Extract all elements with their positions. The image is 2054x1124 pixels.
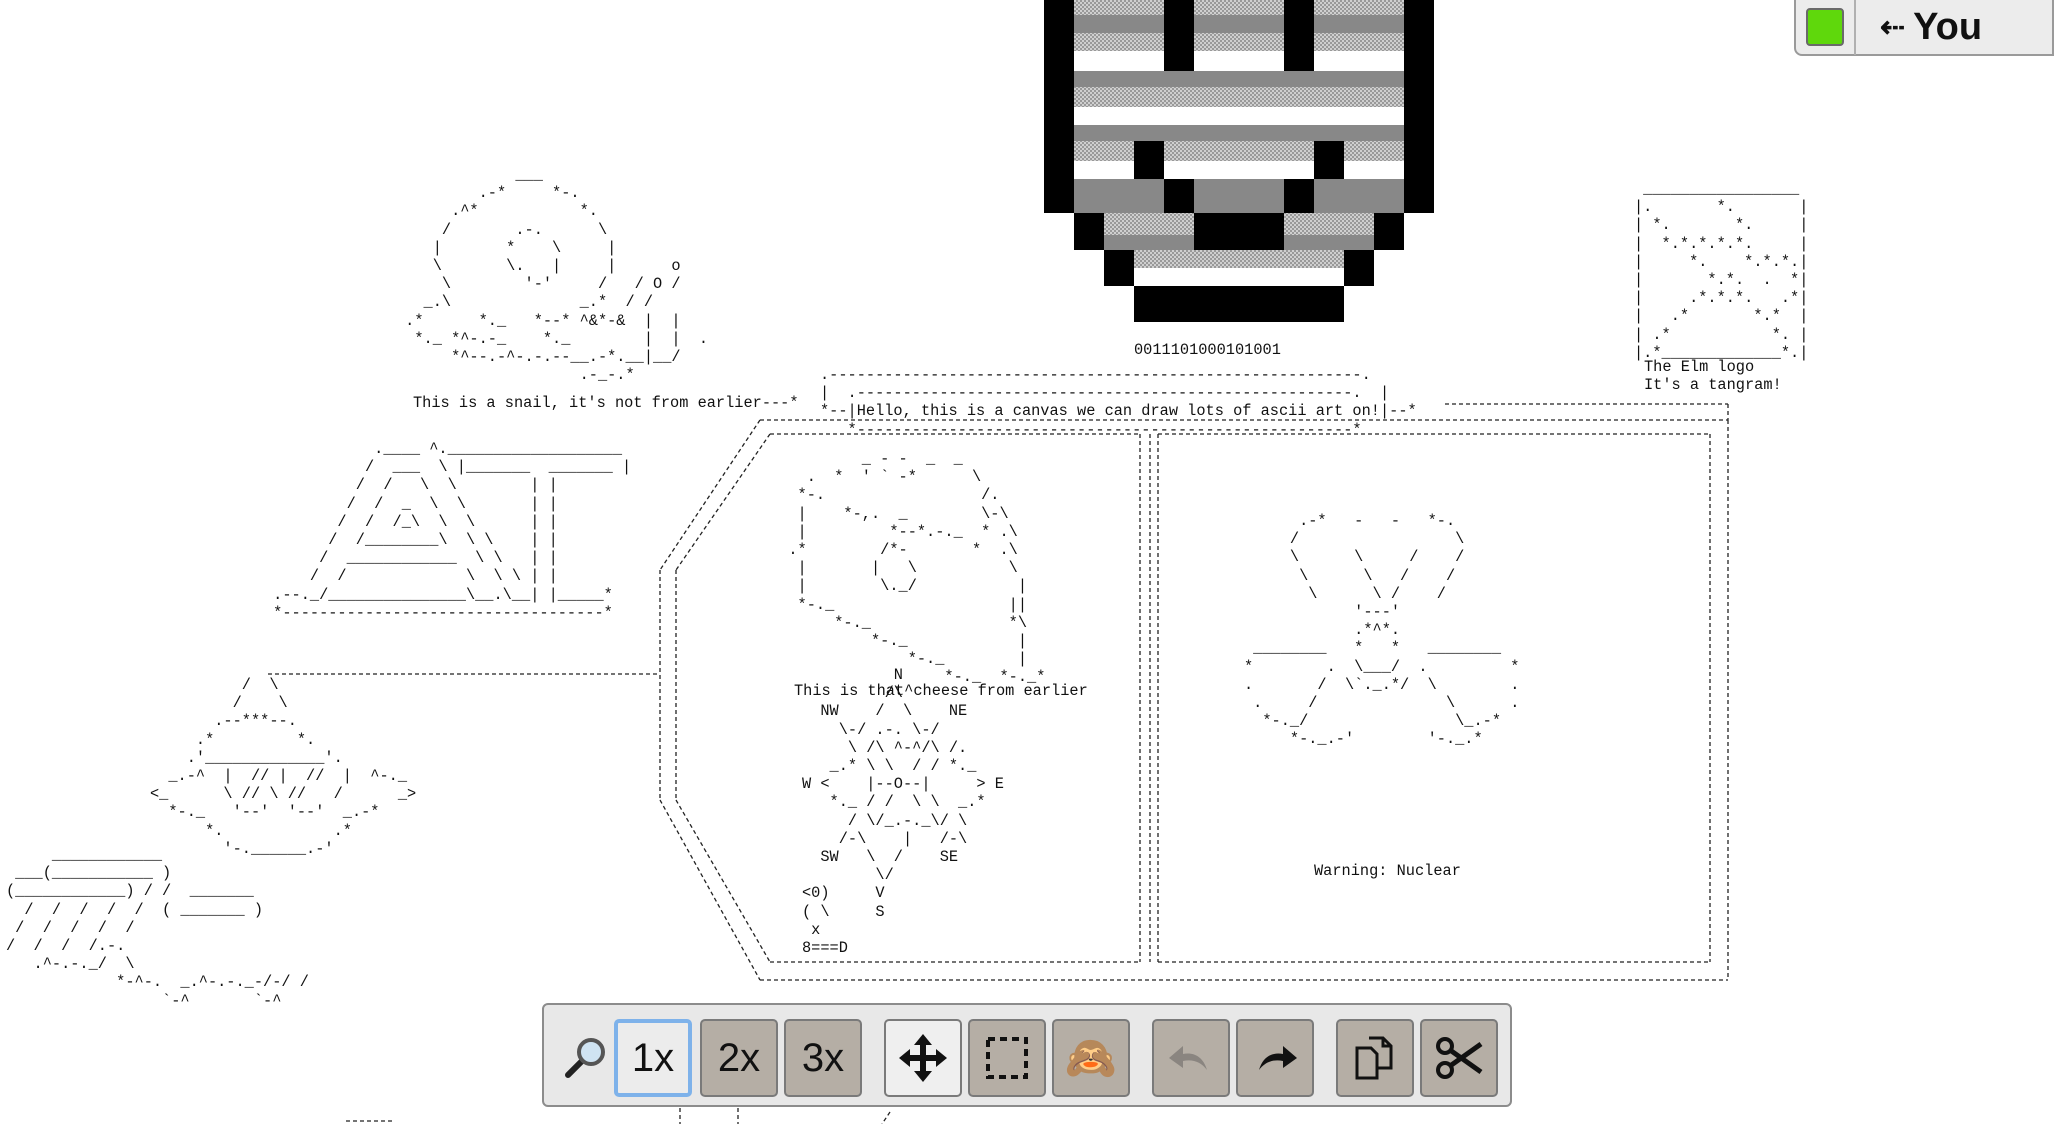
select-icon <box>986 1037 1028 1079</box>
zoom-3x-button[interactable]: 3x <box>784 1019 862 1097</box>
redo-button[interactable] <box>1236 1019 1314 1097</box>
magnifier-icon <box>565 1038 605 1078</box>
copy-button[interactable] <box>1336 1019 1414 1097</box>
badge-divider <box>1854 0 1856 55</box>
snail-caption: This is a snail, it's not from earlier--… <box>413 394 799 412</box>
copy-icon <box>1355 1036 1393 1080</box>
radiation-symbol-art: .-* - - *-. / \ \ \ / / \ \ / / \ \ / / … <box>1244 512 1520 749</box>
current-user-badge[interactable]: ⇠ You <box>1794 0 2054 56</box>
zoom-2x-button[interactable]: 2x <box>700 1019 778 1097</box>
zoom-1x-button[interactable]: 1x <box>614 1019 692 1097</box>
cut-button[interactable] <box>1420 1019 1498 1097</box>
user-name: You <box>1913 5 1983 48</box>
snail-art: ___ .-* *-. .^* *. / .-. \ | * \ | \ \. … <box>405 166 709 385</box>
move-icon <box>899 1034 947 1082</box>
ascii-canvas[interactable]: 0011101000101001 .----------------------… <box>0 0 2054 1124</box>
arrow-left-icon: ⇠ <box>1880 10 1906 44</box>
cut-icon <box>1436 1037 1483 1079</box>
sun-art: / \ / \ .--***--. .* *. .'_____________'… <box>150 676 417 858</box>
undo-icon <box>1169 1046 1207 1070</box>
hide-tool-button[interactable]: 🙈 <box>1052 1019 1130 1097</box>
see-no-evil-monkey-icon: 🙈 <box>1064 1033 1118 1081</box>
binary-label: 0011101000101001 <box>1134 341 1281 359</box>
select-tool-button[interactable] <box>968 1019 1046 1097</box>
cheese-art: _ - - _ _ . * ' ` -* \ *-. /. | *-,. _ \… <box>788 450 1046 687</box>
at-sign-art: .____ ^.___________________ / ___ \ |___… <box>273 440 632 622</box>
clouds-art: ____________ ___(___________ ) (________… <box>6 846 309 1010</box>
elm-caption: The Elm logo It's a tangram! <box>1644 358 1782 395</box>
user-color-swatch[interactable] <box>1806 8 1844 46</box>
undo-button[interactable] <box>1152 1019 1230 1097</box>
bottom-toolbar: 1x 2x 3x 🙈 <box>542 1003 1512 1107</box>
hello-banner-art: .---------------------------------------… <box>820 366 1417 439</box>
move-tool-button[interactable] <box>884 1019 962 1097</box>
compass-art: N /\ NW / \ NE \-/ .-. \-/ \ /\ ^-^/\ /.… <box>802 666 1004 958</box>
user-label: ⇠ You <box>1880 6 1982 49</box>
pixel-art-image <box>1044 0 1434 322</box>
radiation-caption: Warning: Nuclear <box>1314 862 1461 880</box>
elm-tangram-art: _________________ |. *. | | *. *. | | *.… <box>1634 180 1809 362</box>
redo-icon <box>1259 1046 1297 1070</box>
